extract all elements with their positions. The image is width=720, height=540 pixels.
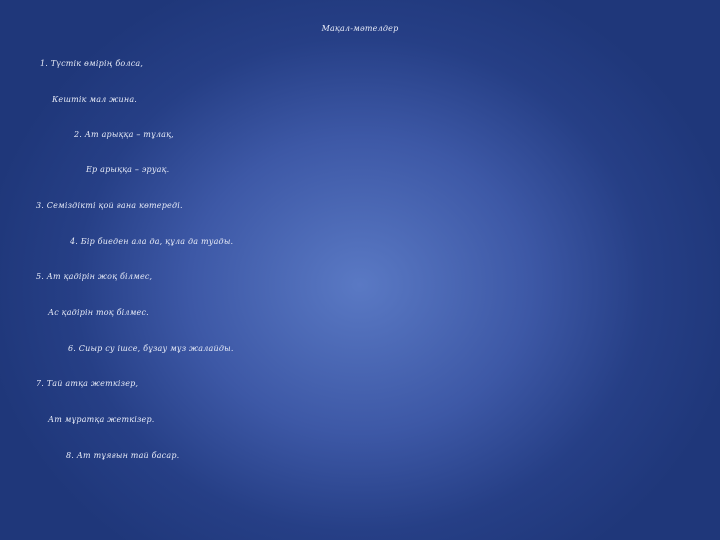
proverb-line: 3. Семіздікті қой ғана көтереді. <box>36 201 183 210</box>
proverb-line: 7. Тай атқа жеткізер, <box>36 379 139 388</box>
proverb-line: 1. Түстік өмірің болса, <box>40 59 144 68</box>
proverb-line: Кештік мал жина. <box>52 95 138 104</box>
proverb-line: Ер арыққа – эруақ. <box>86 165 170 174</box>
slide-title: Мақал-мәтелдер <box>321 24 399 33</box>
slide: Мақал-мәтелдер 1. Түстік өмірің болса, К… <box>0 0 720 540</box>
proverb-line: 5. Ат қадірін жоқ білмес, <box>36 272 153 281</box>
proverb-line: Ас қадірін тоқ білмес. <box>48 308 149 317</box>
proverb-line: Ат мұратқа жеткізер. <box>48 415 155 424</box>
proverb-line: 6. Сиыр су ішсе, бұзау мұз жалайды. <box>68 344 234 353</box>
proverb-line: 4. Бір биеден ала да, құла да туады. <box>70 237 234 246</box>
proverb-line: 8. Ат тұяғын тай басар. <box>66 451 180 460</box>
proverb-line: 2. Ат арыққа – тұлақ, <box>74 130 174 139</box>
